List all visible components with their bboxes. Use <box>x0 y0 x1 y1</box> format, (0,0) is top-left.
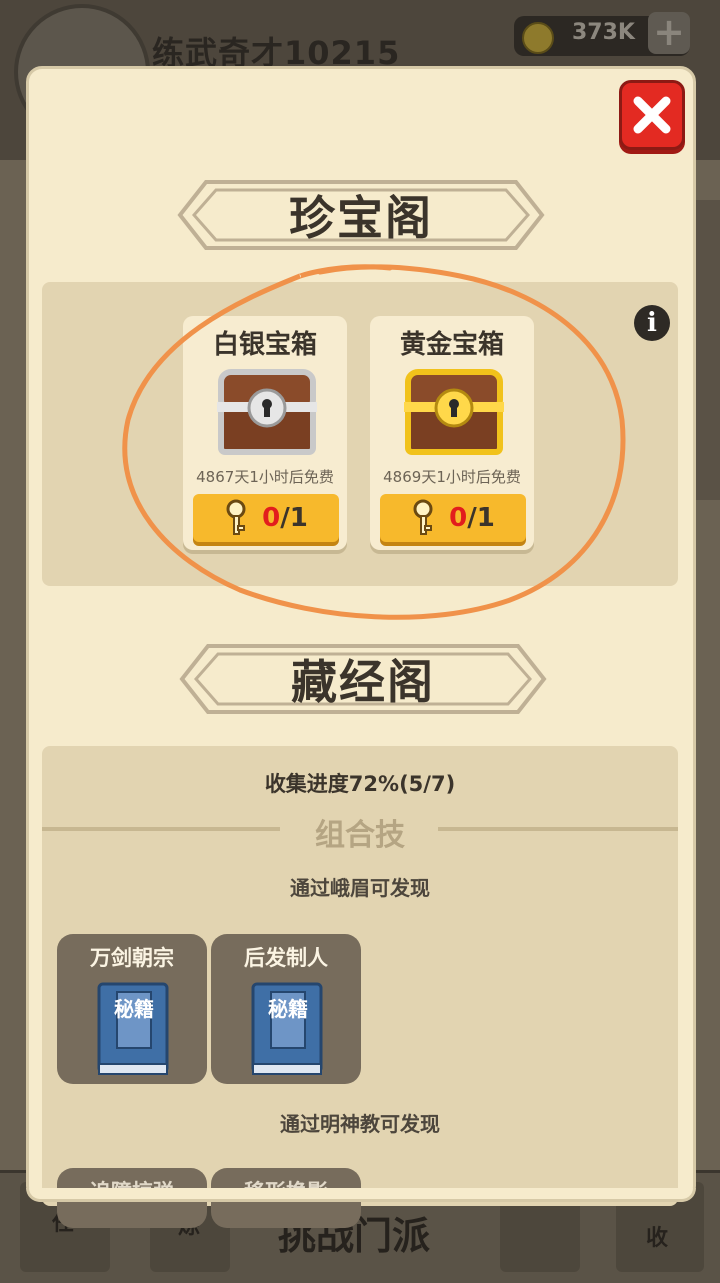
combo-skill-label: 组合技 <box>315 818 405 853</box>
svg-text:秘籍: 秘籍 <box>114 997 154 1021</box>
secret-book-icon: 秘籍 <box>251 982 323 1075</box>
secret-book-icon: 秘籍 <box>97 982 169 1075</box>
svg-text:秘籍: 秘籍 <box>268 997 308 1021</box>
collection-progress: 收集进度72%(5/7) <box>264 772 456 796</box>
skill-name: 后发制人 <box>244 946 328 970</box>
treasure-panel <box>42 282 678 586</box>
key-icon <box>413 499 433 535</box>
discover-hint-mingjiao: 通过明神教可发现 <box>280 1112 440 1136</box>
skill-card[interactable]: 万剑朝宗 秘籍 <box>57 934 207 1084</box>
chest-timer: 4869天1小时后免费 <box>383 468 521 486</box>
chest-name: 白银宝箱 <box>212 330 317 360</box>
close-button[interactable] <box>619 80 685 150</box>
scripture-section-banner: 藏经阁 <box>178 642 548 716</box>
gold-chest-card[interactable]: 黄金宝箱 4869天1小时后免费 0/1 <box>370 316 534 550</box>
scripture-section-title: 藏经阁 <box>291 655 435 709</box>
add-currency-button[interactable]: + <box>648 12 690 54</box>
treasure-section-banner: 珍宝阁 <box>176 178 546 252</box>
open-gold-chest-button[interactable]: 0/1 <box>380 494 526 542</box>
gold-chest-icon <box>404 369 504 455</box>
chest-name: 黄金宝箱 <box>399 330 504 360</box>
silver-chest-card[interactable]: 白银宝箱 4867天1小时后免费 0/1 <box>183 316 347 550</box>
modal-bottom-edge <box>26 1188 696 1202</box>
currency-amount: 373K <box>572 20 635 45</box>
discover-hint-emei: 通过峨眉可发现 <box>290 876 430 900</box>
treasure-section-title: 珍宝阁 <box>289 191 433 245</box>
bottom-tab-collect-label: 收 <box>646 1226 669 1251</box>
open-silver-chest-button[interactable]: 0/1 <box>193 494 339 542</box>
coin-icon <box>522 22 554 54</box>
key-count: 0/1 <box>262 503 308 533</box>
key-count: 0/1 <box>449 503 495 533</box>
close-icon <box>633 96 671 134</box>
info-icon[interactable]: i <box>634 305 670 341</box>
skill-name: 万剑朝宗 <box>90 946 174 970</box>
chest-timer: 4867天1小时后免费 <box>196 468 334 486</box>
skill-card[interactable]: 后发制人 秘籍 <box>211 934 361 1084</box>
key-icon <box>226 499 246 535</box>
silver-chest-icon <box>217 369 317 455</box>
